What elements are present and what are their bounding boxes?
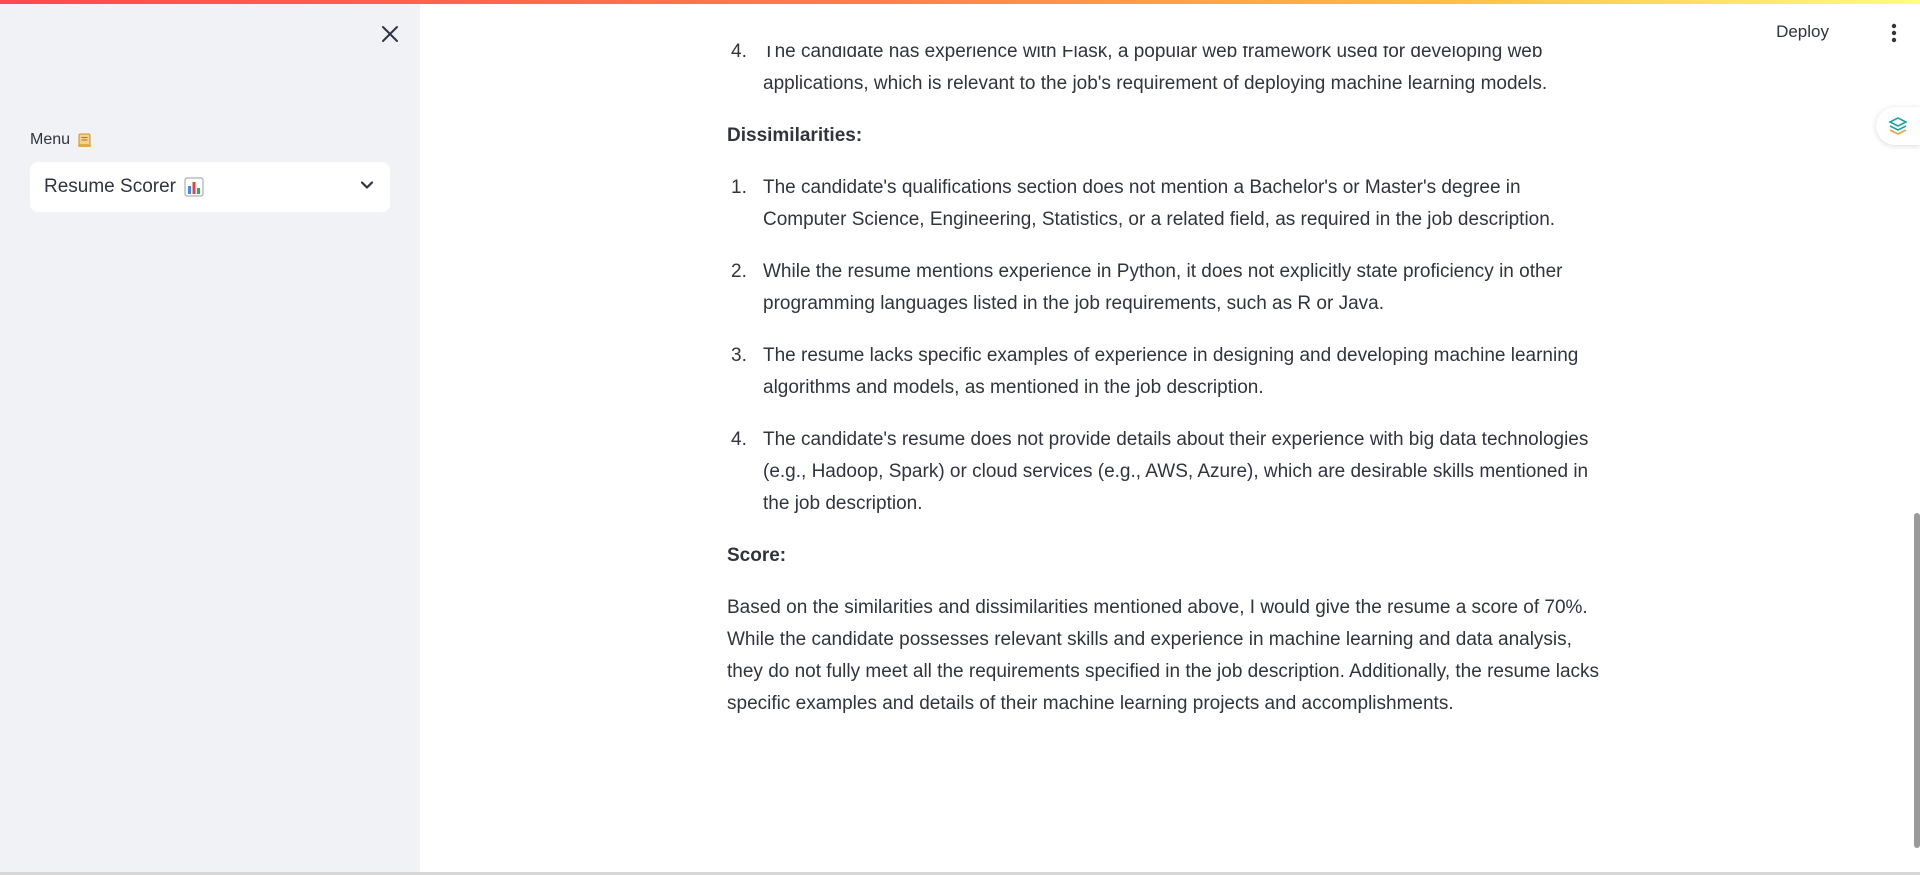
list-item-number: 4. bbox=[731, 429, 747, 450]
dissimilarities-list: 1. The candidate's qualifications sectio… bbox=[727, 172, 1607, 520]
list-item: 4. The candidate has experience with Fla… bbox=[727, 41, 1607, 100]
list-item-number: 2. bbox=[731, 261, 747, 282]
top-decoration-bar bbox=[0, 0, 1920, 4]
dissimilarities-heading: Dissimilarities: bbox=[727, 125, 863, 146]
main-menu-button[interactable] bbox=[1890, 22, 1898, 44]
list-item-text-line2: applications, which is relevant to the j… bbox=[763, 73, 1548, 94]
app-extension-icon bbox=[1888, 117, 1908, 135]
kebab-menu-icon bbox=[1891, 23, 1897, 43]
list-item-clipped-line: The candidate has experience with Flask,… bbox=[763, 46, 1607, 68]
similarities-list-tail: 4. The candidate has experience with Fla… bbox=[727, 41, 1607, 100]
close-sidebar-button[interactable] bbox=[378, 22, 402, 46]
score-paragraph: Based on the similarities and dissimilar… bbox=[727, 597, 1600, 714]
list-item: 2. While the resume mentions experience … bbox=[727, 256, 1607, 320]
page-select[interactable]: Resume Scorer bbox=[30, 162, 390, 212]
scrollbar-track[interactable] bbox=[1914, 0, 1920, 875]
list-item-number: 4. bbox=[731, 41, 747, 62]
menu-label: Menu bbox=[30, 131, 94, 149]
deploy-button[interactable]: Deploy bbox=[1776, 22, 1829, 42]
list-item-text: The candidate's resume does not provide … bbox=[763, 429, 1589, 514]
page-select-value: Resume Scorer bbox=[44, 176, 204, 198]
list-item-text: While the resume mentions experience in … bbox=[763, 261, 1563, 314]
score-heading: Score: bbox=[727, 545, 787, 566]
list-item: 1. The candidate's qualifications sectio… bbox=[727, 172, 1607, 236]
list-item-text: The candidate's qualifications section d… bbox=[763, 177, 1556, 230]
list-item-text: The resume lacks specific examples of ex… bbox=[763, 345, 1579, 398]
result-content: 4. The candidate has experience with Fla… bbox=[727, 41, 1607, 720]
list-item: 4. The candidate's resume does not provi… bbox=[727, 424, 1607, 520]
page-select-text: Resume Scorer bbox=[44, 176, 176, 197]
list-item: 3. The resume lacks specific examples of… bbox=[727, 340, 1607, 404]
menu-label-text: Menu bbox=[30, 131, 71, 148]
scroll-emoji-icon bbox=[76, 131, 94, 149]
close-icon bbox=[382, 26, 398, 42]
list-item-text-line1: The candidate has experience with Flask,… bbox=[763, 46, 1543, 62]
chevron-down-icon bbox=[358, 176, 376, 199]
scrollbar-thumb[interactable] bbox=[1914, 513, 1920, 848]
list-item-number: 1. bbox=[731, 177, 747, 198]
bar-chart-emoji-icon bbox=[184, 177, 204, 197]
sidebar: Menu Resume Scorer bbox=[0, 0, 420, 875]
list-item-number: 3. bbox=[731, 345, 747, 366]
